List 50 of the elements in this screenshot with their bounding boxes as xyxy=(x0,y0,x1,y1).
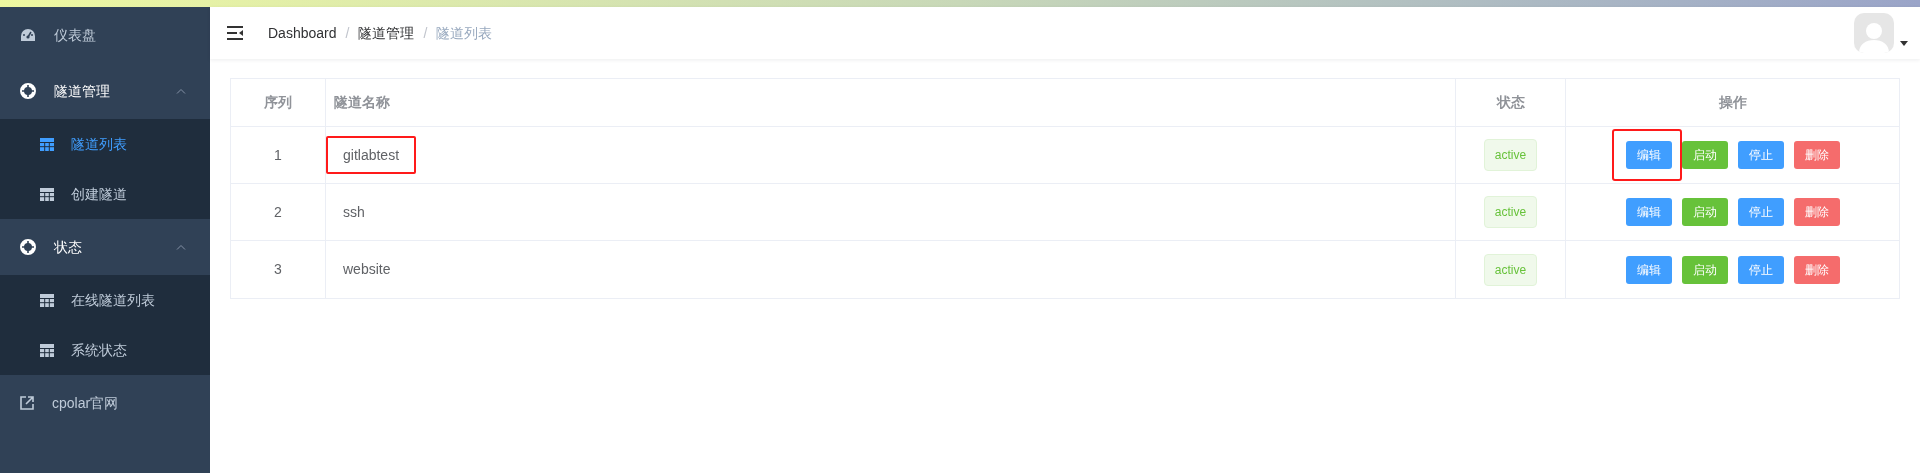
delete-button[interactable]: 删除 xyxy=(1793,255,1840,284)
menu-item[interactable]: cpolar官网 xyxy=(0,375,210,431)
submenu-item[interactable]: 系统状态 xyxy=(0,325,210,375)
submenu-item[interactable]: 隧道列表 xyxy=(0,119,210,169)
caret-icon[interactable] xyxy=(1900,40,1908,46)
external-link-icon xyxy=(20,396,34,410)
column-header: 隧道名称 xyxy=(334,93,390,112)
chevron-icon xyxy=(176,244,186,250)
gauge-icon xyxy=(20,28,36,42)
start-button[interactable]: 启动 xyxy=(1681,255,1728,284)
start-button[interactable]: 启动 xyxy=(1681,198,1728,226)
stop-button[interactable]: 停止 xyxy=(1737,141,1784,169)
stop-button[interactable]: 停止 xyxy=(1737,255,1784,284)
menu-item[interactable]: 仪表盘 xyxy=(0,7,210,63)
menu-group[interactable]: 隧道管理 xyxy=(0,63,210,119)
edit-button[interactable]: 编辑 xyxy=(1625,198,1672,226)
column-header: 序列 xyxy=(264,93,292,112)
status-tag: active xyxy=(1483,196,1538,228)
chevron-icon xyxy=(176,88,186,94)
menu-group[interactable]: 状态 xyxy=(0,219,210,275)
tunnel-name: ssh xyxy=(342,202,366,222)
status-tag: active xyxy=(1483,139,1538,171)
grid-icon xyxy=(40,187,54,201)
lifebuoy-icon xyxy=(20,239,36,255)
breadcrumb-separator: / xyxy=(423,23,428,43)
start-button[interactable]: 启动 xyxy=(1681,141,1728,169)
delete-button[interactable]: 删除 xyxy=(1793,141,1840,169)
row-index: 2 xyxy=(274,202,282,222)
stop-button[interactable]: 停止 xyxy=(1737,198,1784,226)
column-header: 操作 xyxy=(1718,93,1747,112)
breadcrumb-item[interactable]: Dashboard xyxy=(268,22,337,44)
breadcrumb-item: 隧道列表 xyxy=(436,23,493,43)
edit-button[interactable]: 编辑 xyxy=(1625,255,1672,284)
row-index: 1 xyxy=(274,145,282,165)
row-index: 3 xyxy=(274,260,282,279)
tunnel-name: gitlabtest xyxy=(326,136,417,174)
tunnel-name: website xyxy=(342,260,392,279)
grid-icon xyxy=(40,137,54,151)
submenu-item[interactable]: 创建隧道 xyxy=(0,169,210,219)
breadcrumb-item[interactable]: 隧道管理 xyxy=(358,22,415,44)
edit-button[interactable]: 编辑 xyxy=(1625,141,1672,169)
grid-icon xyxy=(40,343,54,357)
breadcrumb-separator: / xyxy=(345,23,350,43)
submenu-item[interactable]: 在线隧道列表 xyxy=(0,275,210,325)
delete-button[interactable]: 删除 xyxy=(1793,198,1840,226)
menu-icon[interactable] xyxy=(227,26,243,40)
column-header: 状态 xyxy=(1496,93,1525,112)
grid-icon xyxy=(40,293,54,307)
status-tag: active xyxy=(1483,253,1538,286)
lifebuoy-icon xyxy=(20,83,36,99)
